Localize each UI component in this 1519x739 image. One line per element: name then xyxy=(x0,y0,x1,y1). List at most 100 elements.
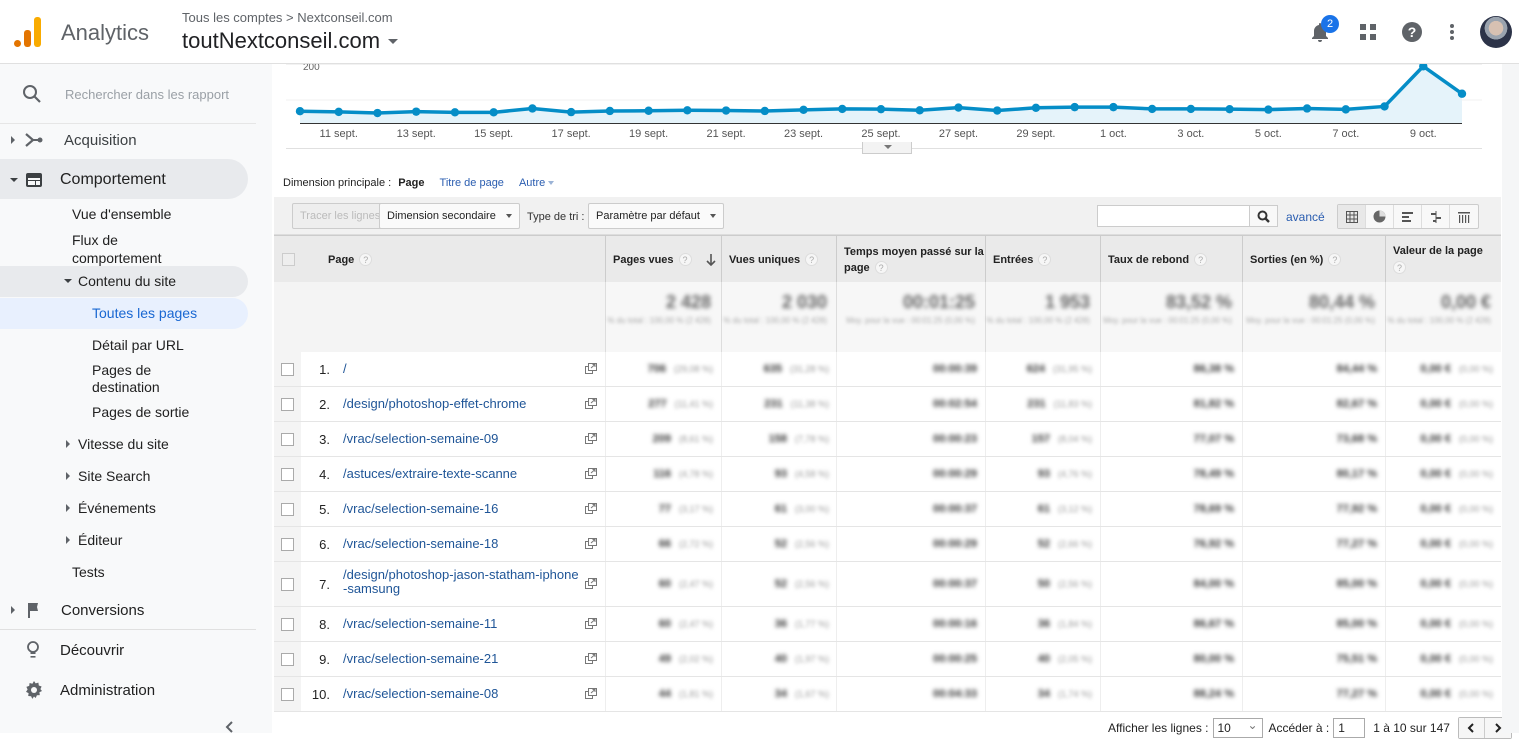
chart-point[interactable] xyxy=(295,107,305,116)
sidebar-item-vue-ensemble[interactable]: Vue d'ensemble xyxy=(72,206,171,222)
help-icon[interactable]: ? xyxy=(678,253,692,266)
chart-point[interactable] xyxy=(412,107,421,116)
view-performance-button[interactable] xyxy=(1394,205,1422,228)
table-search-input[interactable] xyxy=(1097,205,1250,227)
row-checkbox[interactable] xyxy=(281,617,294,631)
help-icon[interactable]: ? xyxy=(805,253,819,266)
row-page-link[interactable]: /design/photoshop-effet-chrome xyxy=(343,397,581,411)
advanced-filter-link[interactable]: avancé xyxy=(1286,210,1325,224)
open-external-icon[interactable] xyxy=(585,503,597,514)
more-options-button[interactable] xyxy=(1439,19,1465,45)
col-header-sorties[interactable]: Sorties (en %)? xyxy=(1242,236,1385,283)
open-external-icon[interactable] xyxy=(585,538,597,549)
report-search[interactable]: Rechercher dans les rapport xyxy=(0,64,256,124)
sidebar-item-comportement[interactable]: Comportement xyxy=(10,170,166,190)
table-search-button[interactable] xyxy=(1249,205,1278,227)
chart-point[interactable] xyxy=(1147,104,1157,114)
chart-point[interactable] xyxy=(1070,102,1079,112)
chart-point[interactable] xyxy=(838,104,847,114)
chart-point[interactable] xyxy=(954,103,963,112)
chart-point[interactable] xyxy=(566,107,576,117)
chart-point[interactable] xyxy=(1225,104,1234,114)
sidebar-item-detail-url[interactable]: Détail par URL xyxy=(92,337,184,353)
chart-point[interactable] xyxy=(1457,89,1467,98)
sidebar-item-vitesse-site[interactable]: Vitesse du site xyxy=(66,436,169,452)
row-checkbox[interactable] xyxy=(281,397,294,411)
help-icon[interactable]: ? xyxy=(1038,253,1052,266)
chart-point[interactable] xyxy=(450,108,460,117)
view-pivot-button[interactable] xyxy=(1450,205,1478,228)
row-page-link[interactable]: /astuces/extraire-texte-scanne xyxy=(343,467,581,481)
chart-point[interactable] xyxy=(876,104,886,114)
sidebar-item-evenements[interactable]: Événements xyxy=(66,500,156,516)
help-icon[interactable]: ? xyxy=(1194,253,1208,266)
open-external-icon[interactable] xyxy=(585,653,597,664)
row-page-link[interactable]: /vrac/selection-semaine-21 xyxy=(343,652,581,666)
row-checkbox[interactable] xyxy=(281,577,294,591)
account-breadcrumb[interactable]: Tous les comptes > Nextconseil.com xyxy=(182,10,393,25)
dimension-autre-dropdown[interactable]: Autre xyxy=(519,177,555,189)
col-header-taux-rebond[interactable]: Taux de rebond? xyxy=(1100,236,1242,283)
chart-point[interactable] xyxy=(1341,105,1351,114)
open-external-icon[interactable] xyxy=(585,578,597,589)
chart-point[interactable] xyxy=(760,106,769,116)
row-page-link[interactable]: /vrac/selection-semaine-16 xyxy=(343,502,581,516)
sidebar-item-decouvrir[interactable]: Découvrir xyxy=(26,640,124,660)
open-external-icon[interactable] xyxy=(585,688,597,699)
col-header-pages-vues[interactable]: Pages vues? xyxy=(605,236,721,283)
chart-toggle-button[interactable] xyxy=(862,142,912,154)
chart-point[interactable] xyxy=(1380,102,1389,111)
chart-point[interactable] xyxy=(1031,103,1041,112)
help-button[interactable]: ? xyxy=(1399,19,1425,45)
row-checkbox[interactable] xyxy=(281,652,294,666)
chart-point[interactable] xyxy=(1186,104,1196,114)
col-header-vues-uniques[interactable]: Vues uniques? xyxy=(721,236,837,283)
account-selector[interactable]: toutNextconseil.com xyxy=(182,28,399,54)
view-pie-button[interactable] xyxy=(1366,205,1394,228)
sidebar-item-administration[interactable]: Administration xyxy=(25,680,155,700)
chart-point[interactable] xyxy=(915,106,924,115)
chart-point[interactable] xyxy=(528,104,537,113)
chart-point[interactable] xyxy=(489,108,498,117)
col-header-temps-moyen[interactable]: Temps moyen passé sur la page? xyxy=(836,236,985,283)
row-checkbox[interactable] xyxy=(281,467,294,481)
row-page-link[interactable]: /vrac/selection-semaine-18 xyxy=(343,537,581,551)
row-page-link[interactable]: / xyxy=(343,362,581,376)
row-page-link[interactable]: /vrac/selection-semaine-08 xyxy=(343,687,581,701)
col-header-entrees[interactable]: Entrées? xyxy=(985,236,1100,283)
secondary-dimension-dropdown[interactable]: Dimension secondaire xyxy=(379,203,520,229)
help-icon[interactable]: ? xyxy=(1393,260,1406,274)
chart-point[interactable] xyxy=(1302,104,1312,113)
row-page-link[interactable]: /design/photoshop-jason-statham-iphone-s… xyxy=(343,568,581,596)
help-icon[interactable]: ? xyxy=(1328,253,1342,266)
sidebar-item-pages-destination[interactable]: Pages de destination xyxy=(92,362,192,396)
chart-point[interactable] xyxy=(373,108,382,118)
row-page-link[interactable]: /vrac/selection-semaine-11 xyxy=(343,617,581,631)
dimension-titre-page[interactable]: Titre de page xyxy=(440,177,504,189)
sidebar-item-flux-comportement[interactable]: Flux de comportement xyxy=(72,231,192,267)
row-checkbox[interactable] xyxy=(281,502,294,516)
help-icon[interactable]: ? xyxy=(359,253,373,266)
chart-point[interactable] xyxy=(644,106,653,115)
select-all-checkbox[interactable] xyxy=(281,253,295,266)
open-external-icon[interactable] xyxy=(585,363,597,374)
col-header-valeur-page[interactable]: Valeur de la page? xyxy=(1385,236,1501,283)
sidebar-item-tests[interactable]: Tests xyxy=(72,564,105,580)
sidebar-item-contenu-site[interactable]: Contenu du site xyxy=(64,273,176,289)
sort-type-dropdown[interactable]: Paramètre par défaut xyxy=(588,203,724,229)
analytics-logo[interactable] xyxy=(14,17,42,47)
dimension-page-selected[interactable]: Page xyxy=(398,177,424,189)
help-icon[interactable]: ? xyxy=(874,261,888,275)
open-external-icon[interactable] xyxy=(585,398,597,409)
row-page-link[interactable]: /vrac/selection-semaine-09 xyxy=(343,432,581,446)
row-checkbox[interactable] xyxy=(281,687,294,701)
view-comparison-button[interactable] xyxy=(1422,205,1450,228)
apps-button[interactable] xyxy=(1355,19,1381,45)
page-scrollbar-gutter[interactable] xyxy=(1502,64,1519,733)
rows-per-page-select[interactable]: 10 xyxy=(1212,716,1263,738)
collapse-sidebar-button[interactable] xyxy=(224,720,234,738)
open-external-icon[interactable] xyxy=(585,468,597,479)
chart-point[interactable] xyxy=(683,106,692,115)
sidebar-item-pages-sortie[interactable]: Pages de sortie xyxy=(92,404,189,420)
view-table-button[interactable] xyxy=(1338,205,1366,228)
